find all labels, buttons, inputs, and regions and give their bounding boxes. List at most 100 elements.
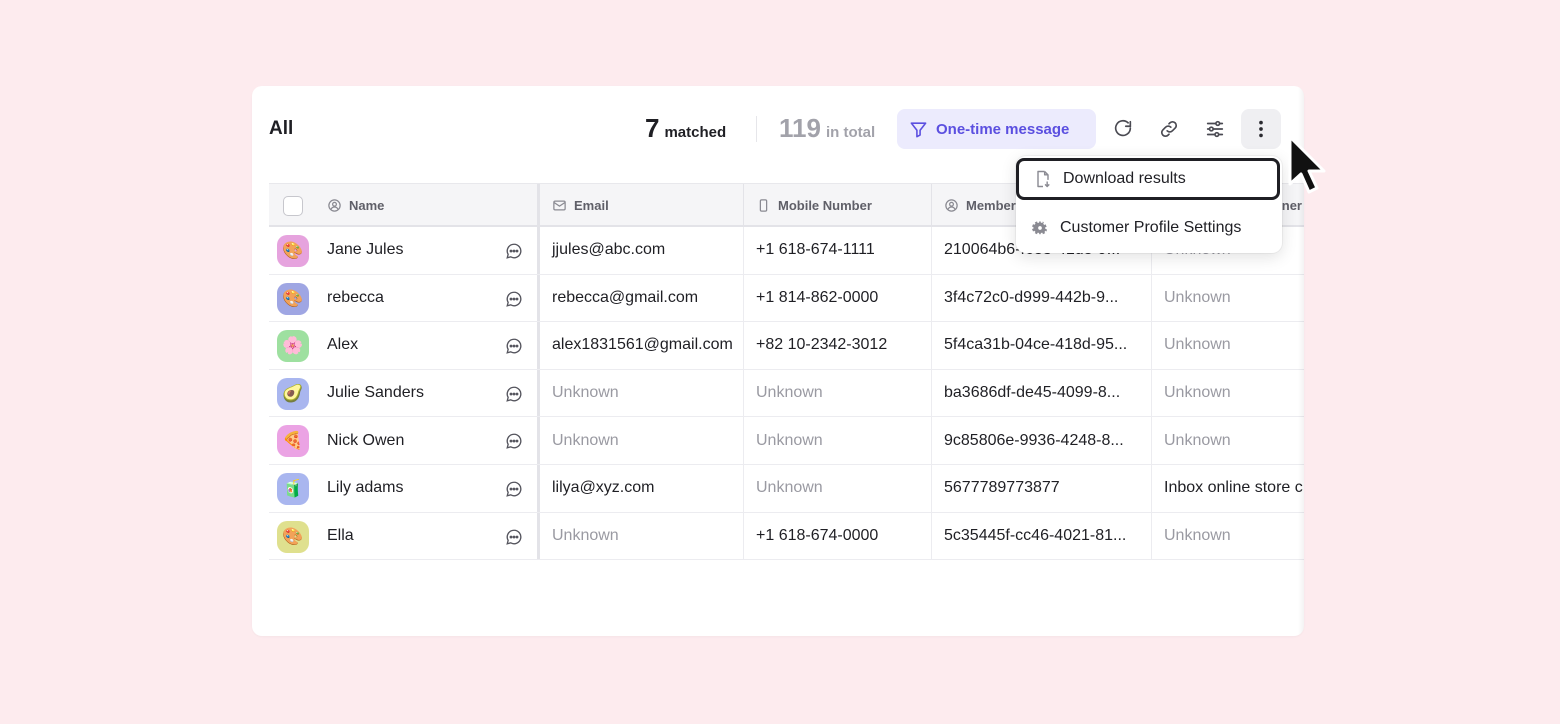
cell-member: 9c85806e-9936-4248-8... xyxy=(931,417,1151,464)
column-label: Email xyxy=(574,197,609,213)
one-time-message-button[interactable]: One-time message xyxy=(897,109,1096,149)
cell-mobile: +1 618-674-1111 xyxy=(743,227,931,274)
customer-name[interactable]: Julie Sanders xyxy=(315,370,535,417)
avatar-emoji: 🎨 xyxy=(282,241,304,260)
chat-icon[interactable] xyxy=(505,432,523,450)
sliders-icon xyxy=(1206,120,1224,138)
customer-name[interactable]: Nick Owen xyxy=(315,417,535,464)
select-all-checkbox[interactable] xyxy=(283,196,303,216)
customer-name[interactable]: Alex xyxy=(315,322,535,369)
menu-item-label: Download results xyxy=(1063,170,1186,187)
customer-name[interactable]: rebecca xyxy=(315,275,535,322)
cell-last: Unknown xyxy=(1151,369,1304,417)
cell-email: alex1831561@gmail.com xyxy=(537,322,743,369)
cell-last: Unknown xyxy=(1151,274,1304,322)
cell-email: lilya@xyz.com xyxy=(537,464,743,512)
table-row[interactable]: 🌸 Alex alex1831561@gmail.com +82 10-2342-30… xyxy=(269,322,1304,370)
avatar: 🍕 xyxy=(277,425,309,458)
table-row[interactable]: 🧃 Lily adams lilya@xyz.com Unknown 567778977… xyxy=(269,464,1304,513)
more-options-menu: Download results Customer Profile Settin… xyxy=(1016,156,1282,253)
avatar: 🎨 xyxy=(277,520,309,553)
user-circle-icon xyxy=(328,198,341,212)
more-options-button[interactable] xyxy=(1241,109,1281,149)
link-icon xyxy=(1160,120,1178,138)
cell-last: Unknown xyxy=(1151,417,1304,464)
total-count: 119 xyxy=(779,113,821,143)
cell-last: Inbox online store c xyxy=(1151,464,1304,512)
cell-last: Unknown xyxy=(1151,322,1304,369)
cell-member: 5c35445f-cc46-4021-81... xyxy=(931,512,1151,560)
more-vertical-icon xyxy=(1259,120,1263,138)
cell-email: rebecca@gmail.com xyxy=(537,274,743,322)
cell-mobile: Unknown xyxy=(743,369,931,417)
cell-mobile: Unknown xyxy=(743,464,931,512)
avatar-emoji: 🌸 xyxy=(282,336,304,356)
cell-email: Unknown xyxy=(537,369,743,417)
cell-member: ba3686df-de45-4099-8... xyxy=(931,369,1151,417)
mouse-cursor-icon xyxy=(1288,135,1326,194)
chat-icon[interactable] xyxy=(505,528,523,546)
customer-name[interactable]: Jane Jules xyxy=(315,227,535,274)
column-label: Name xyxy=(349,197,385,213)
matched-counter: 7 matched xyxy=(645,113,726,144)
column-label: Mobile Number xyxy=(778,197,872,213)
cell-email: Unknown xyxy=(537,512,743,560)
mail-icon xyxy=(553,200,566,210)
cell-member: 5677789773877 xyxy=(931,464,1151,512)
avatar-emoji: 🍕 xyxy=(282,431,304,451)
matched-label: matched xyxy=(664,124,727,141)
avatar-emoji: 🧃 xyxy=(282,478,304,498)
cell-mobile: Unknown xyxy=(743,417,931,464)
matched-count: 7 xyxy=(645,113,660,143)
column-settings-button[interactable] xyxy=(1195,109,1235,149)
phone-icon xyxy=(759,198,768,212)
total-counter: 119 in total xyxy=(779,113,875,144)
file-download-icon xyxy=(1037,170,1050,188)
avatar: 🎨 xyxy=(277,235,309,267)
avatar: 🧃 xyxy=(277,472,309,505)
avatar-emoji: 🎨 xyxy=(282,288,304,308)
column-label: Member xyxy=(966,197,1016,213)
customer-name[interactable]: Ella xyxy=(315,513,535,560)
menu-item-customer-profile-settings[interactable]: Customer Profile Settings xyxy=(1016,206,1282,250)
table-row[interactable]: 🥑 Julie Sanders Unknown Unknown ba3686df-de4… xyxy=(269,369,1304,418)
table-body: 🎨 Jane Jules jjules@abc.com +1 618-674-1111… xyxy=(269,227,1304,561)
menu-item-label: Customer Profile Settings xyxy=(1060,219,1242,236)
divider xyxy=(756,116,757,142)
chat-icon[interactable] xyxy=(505,242,523,260)
refresh-button[interactable] xyxy=(1103,109,1143,149)
cell-email: Unknown xyxy=(537,417,743,464)
table-row[interactable]: 🎨 Ella Unknown +1 618-674-0000 5c35445f-cc46… xyxy=(269,512,1304,561)
column-header-name[interactable]: Name xyxy=(315,184,535,226)
copy-link-button[interactable] xyxy=(1149,109,1189,149)
cell-member: 5f4ca31b-04ce-418d-95... xyxy=(931,322,1151,369)
refresh-icon xyxy=(1114,120,1132,137)
avatar: 🎨 xyxy=(277,282,309,315)
table-row[interactable]: 🍕 Nick Owen Unknown Unknown 9c85806e-9936-42… xyxy=(269,417,1304,465)
gear-icon xyxy=(1031,221,1047,235)
cell-email: jjules@abc.com xyxy=(537,227,743,274)
chat-icon[interactable] xyxy=(505,337,523,355)
user-circle-icon xyxy=(945,198,958,212)
avatar: 🌸 xyxy=(277,330,309,363)
total-label: in total xyxy=(825,124,876,141)
chat-icon[interactable] xyxy=(505,385,523,403)
avatar-emoji: 🥑 xyxy=(282,383,304,403)
filter-icon xyxy=(910,121,927,137)
cell-last: Unknown xyxy=(1151,512,1304,560)
menu-item-download-results[interactable]: Download results xyxy=(1016,158,1280,200)
cell-member: 3f4c72c0-d999-442b-9... xyxy=(931,274,1151,322)
table-row[interactable]: 🎨 rebecca rebecca@gmail.com +1 814-862-0000… xyxy=(269,274,1304,323)
avatar-emoji: 🎨 xyxy=(282,526,304,546)
column-header-email[interactable]: Email xyxy=(537,184,743,226)
avatar: 🥑 xyxy=(277,377,309,410)
chat-icon[interactable] xyxy=(505,290,523,308)
one-time-message-label: One-time message xyxy=(936,120,1070,138)
cell-mobile: +82 10-2342-3012 xyxy=(743,322,931,369)
chat-icon[interactable] xyxy=(505,480,523,498)
cell-mobile: +1 814-862-0000 xyxy=(743,274,931,322)
page-title: All xyxy=(269,118,294,139)
customer-name[interactable]: Lily adams xyxy=(315,465,535,512)
cell-mobile: +1 618-674-0000 xyxy=(743,512,931,560)
column-header-mobile[interactable]: Mobile Number xyxy=(743,184,931,226)
